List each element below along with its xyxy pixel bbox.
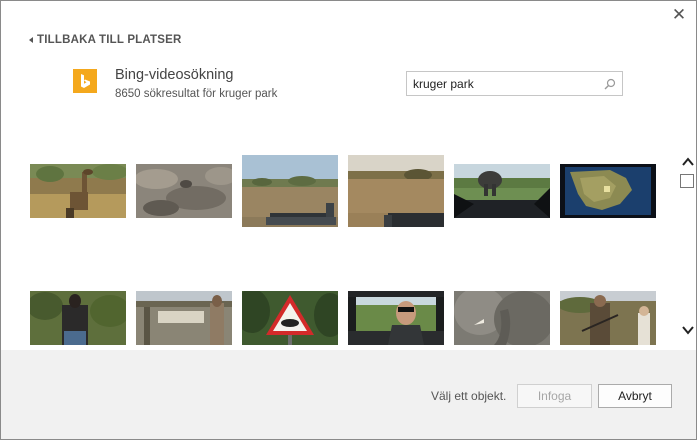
scroll-checkbox[interactable] [680, 174, 694, 188]
video-thumbnail-man-in-car[interactable] [348, 291, 444, 345]
search-box[interactable] [406, 71, 623, 96]
video-thumbnail-map-south-africa[interactable] [560, 164, 656, 218]
video-thumbnail-elephant-windshield[interactable] [454, 164, 550, 218]
magnifier-icon[interactable] [604, 77, 616, 95]
chevron-up-icon[interactable] [681, 155, 695, 167]
video-thumbnail-gate-sign[interactable] [136, 291, 232, 345]
caret-left-icon [29, 37, 33, 43]
cancel-button[interactable]: Avbryt [598, 384, 672, 408]
video-thumbnail-giraffe[interactable] [30, 164, 126, 218]
back-to-places-link[interactable]: TILLBAKA TILL PLATSER [29, 34, 182, 46]
video-thumbnail-man-bushes[interactable] [30, 291, 126, 345]
video-thumbnail-hippo-warning-sign[interactable] [242, 291, 338, 345]
video-thumbnail-ranger-rifle[interactable] [560, 291, 656, 345]
close-icon[interactable]: ✕ [671, 6, 687, 23]
chevron-down-icon[interactable] [681, 323, 695, 335]
bing-logo-icon [73, 69, 97, 93]
video-thumbnail-savanna-vehicle[interactable] [242, 155, 338, 227]
video-thumbnail-savanna-road[interactable] [348, 155, 444, 227]
video-thumbnail-rocky-ground[interactable] [136, 164, 232, 218]
back-label: TILLBAKA TILL PLATSER [37, 34, 182, 46]
results-grid [30, 137, 670, 347]
video-thumbnail-elephant-closeup[interactable] [454, 291, 550, 345]
result-count: 8650 sökresultat för kruger park [115, 88, 278, 100]
insert-button[interactable]: Infoga [517, 384, 592, 408]
service-title: Bing-videosökning [115, 67, 234, 83]
status-text: Välj ett objekt. [431, 389, 507, 403]
insert-video-dialog: ✕ TILLBAKA TILL PLATSER Bing-videosöknin… [0, 0, 697, 440]
search-input[interactable] [407, 73, 593, 94]
